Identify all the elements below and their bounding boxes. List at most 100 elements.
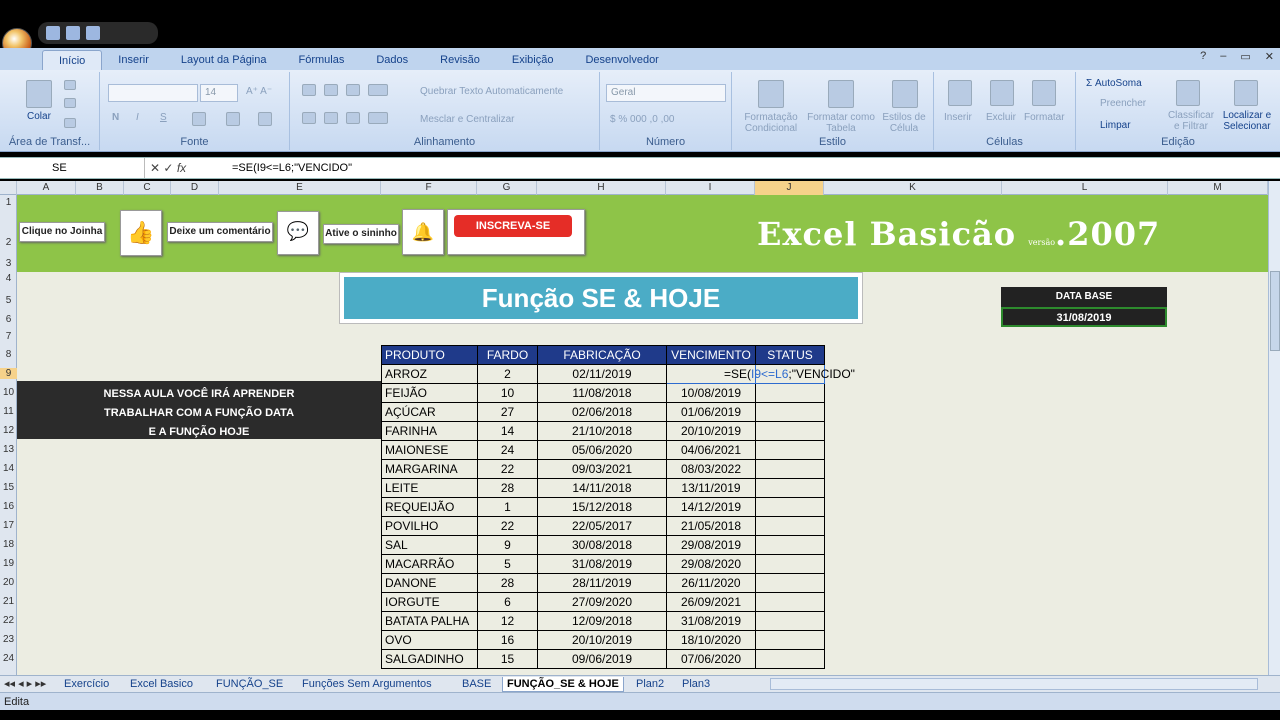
cell-vencimento[interactable]: 29/08/2019 xyxy=(666,535,756,555)
row-header[interactable]: 3 xyxy=(0,258,17,269)
column-header[interactable]: I xyxy=(666,181,755,195)
row-header[interactable]: 13 xyxy=(0,444,17,455)
cancel-icon[interactable]: ✕ xyxy=(150,161,160,175)
scroll-thumb[interactable] xyxy=(1270,271,1280,351)
cell-status[interactable] xyxy=(755,592,825,612)
cut-icon[interactable] xyxy=(64,80,76,90)
cell-fardo[interactable]: 6 xyxy=(477,592,538,612)
cell-fardo[interactable]: 15 xyxy=(477,649,538,669)
thumbs-up-icon[interactable]: 👍 xyxy=(120,210,162,256)
row-header[interactable]: 22 xyxy=(0,615,17,626)
data-base-value[interactable]: 31/08/2019 xyxy=(1001,307,1167,327)
row-header[interactable]: 12 xyxy=(0,425,17,436)
cell-vencimento[interactable]: 21/05/2018 xyxy=(666,516,756,536)
borders-icon[interactable] xyxy=(192,112,206,126)
column-header[interactable]: A xyxy=(17,181,76,195)
save-icon[interactable] xyxy=(46,26,60,40)
tab-layout[interactable]: Layout da Página xyxy=(165,50,283,70)
header-vencimento[interactable]: VENCIMENTO xyxy=(666,345,756,365)
cell-fardo[interactable]: 24 xyxy=(477,440,538,460)
align-middle-icon[interactable] xyxy=(324,84,338,96)
cell-status[interactable] xyxy=(755,497,825,517)
cell-status[interactable] xyxy=(755,402,825,422)
cell-fabricacao[interactable]: 21/10/2018 xyxy=(537,421,667,441)
column-header[interactable]: B xyxy=(76,181,124,195)
conditional-format-button[interactable]: Formatação Condicional xyxy=(736,112,806,134)
cell-fabricacao[interactable]: 31/08/2019 xyxy=(537,554,667,574)
row-header[interactable]: 18 xyxy=(0,539,17,550)
align-left-icon[interactable] xyxy=(302,112,316,124)
sheet-tab[interactable]: Plan2 xyxy=(636,677,664,692)
cell-fabricacao[interactable]: 09/06/2019 xyxy=(537,649,667,669)
cell-fabricacao[interactable]: 20/10/2019 xyxy=(537,630,667,650)
align-right-icon[interactable] xyxy=(346,112,360,124)
cell-vencimento[interactable]: 26/09/2021 xyxy=(666,592,756,612)
row-header[interactable]: 19 xyxy=(0,558,17,569)
cell-produto[interactable]: BATATA PALHA xyxy=(381,611,478,631)
cell-fardo[interactable]: 22 xyxy=(477,459,538,479)
font-name-select[interactable] xyxy=(108,84,198,102)
fx-icon[interactable]: fx xyxy=(177,161,186,175)
find-select-button[interactable]: Localizar e Selecionar xyxy=(1216,110,1278,132)
row-header[interactable]: 9 xyxy=(0,368,17,379)
cell-vencimento[interactable]: 29/08/2020 xyxy=(666,554,756,574)
header-status[interactable]: STATUS xyxy=(755,345,825,365)
cell-status[interactable] xyxy=(755,440,825,460)
fill-color-icon[interactable] xyxy=(226,112,240,126)
bold-icon[interactable]: N xyxy=(112,112,119,123)
cell-fabricacao[interactable]: 14/11/2018 xyxy=(537,478,667,498)
grow-font-icon[interactable]: A⁺ A⁻ xyxy=(246,86,272,97)
cell-fabricacao[interactable]: 09/03/2021 xyxy=(537,459,667,479)
tab-formulas[interactable]: Fórmulas xyxy=(283,50,361,70)
tab-revisao[interactable]: Revisão xyxy=(424,50,496,70)
row-header[interactable]: 20 xyxy=(0,577,17,588)
cell-status[interactable] xyxy=(755,459,825,479)
cell-status[interactable] xyxy=(755,630,825,650)
cell-produto[interactable]: REQUEIJÃO xyxy=(381,497,478,517)
cell-vencimento[interactable]: 26/11/2020 xyxy=(666,573,756,593)
column-header[interactable]: E xyxy=(219,181,381,195)
cell-status[interactable] xyxy=(755,649,825,669)
row-header[interactable]: 4 xyxy=(0,273,17,284)
clear-button[interactable]: Limpar xyxy=(1100,120,1131,131)
sheet-tab[interactable]: Funções Sem Argumentos xyxy=(302,677,432,692)
cell-status[interactable] xyxy=(755,478,825,498)
cell-vencimento[interactable]: 13/11/2019 xyxy=(666,478,756,498)
cell-vencimento[interactable]: 14/12/2019 xyxy=(666,497,756,517)
horizontal-scrollbar[interactable] xyxy=(770,678,1258,690)
cell-produto[interactable]: SAL xyxy=(381,535,478,555)
row-header[interactable]: 21 xyxy=(0,596,17,607)
row-header[interactable]: 17 xyxy=(0,520,17,531)
cell-status[interactable] xyxy=(755,516,825,536)
cell-fabricacao[interactable]: 02/11/2019 xyxy=(537,364,667,384)
header-produto[interactable]: PRODUTO xyxy=(381,345,478,365)
align-top-icon[interactable] xyxy=(302,84,316,96)
row-header[interactable]: 6 xyxy=(0,314,17,325)
cell-fardo[interactable]: 12 xyxy=(477,611,538,631)
sheet-tab[interactable]: BASE xyxy=(462,677,491,692)
conditional-format-icon[interactable] xyxy=(758,80,784,108)
format-button[interactable]: Formatar xyxy=(1024,112,1065,123)
cell-status[interactable] xyxy=(755,611,825,631)
row-header[interactable]: 15 xyxy=(0,482,17,493)
restore-icon[interactable]: ▭ xyxy=(1240,50,1250,63)
delete-icon[interactable] xyxy=(990,80,1014,106)
formula-input[interactable]: =SE(I9<=L6;"VENCIDO" xyxy=(232,158,352,178)
sort-filter-button[interactable]: Classificar e Filtrar xyxy=(1166,110,1216,132)
align-bottom-icon[interactable] xyxy=(346,84,360,96)
minimize-icon[interactable]: – xyxy=(1220,50,1226,63)
cell-fabricacao[interactable]: 11/08/2018 xyxy=(537,383,667,403)
sheet-tab-active[interactable]: FUNÇÃO_SE & HOJE xyxy=(502,677,624,692)
tab-inicio[interactable]: Início xyxy=(42,50,103,70)
row-header[interactable]: 1 xyxy=(0,197,17,208)
cell-fardo[interactable]: 14 xyxy=(477,421,538,441)
column-header[interactable]: G xyxy=(477,181,537,195)
wrap-text-button[interactable]: Quebrar Texto Automaticamente xyxy=(420,86,563,97)
vertical-scrollbar[interactable] xyxy=(1268,181,1280,675)
tab-inserir[interactable]: Inserir xyxy=(102,50,165,70)
cell-vencimento[interactable]: 08/03/2022 xyxy=(666,459,756,479)
cell-vencimento[interactable]: 18/10/2020 xyxy=(666,630,756,650)
accounting-icon[interactable]: $ % 000 ,0 ,00 xyxy=(610,114,675,125)
column-header[interactable]: M xyxy=(1168,181,1268,195)
cell-produto[interactable]: IORGUTE xyxy=(381,592,478,612)
